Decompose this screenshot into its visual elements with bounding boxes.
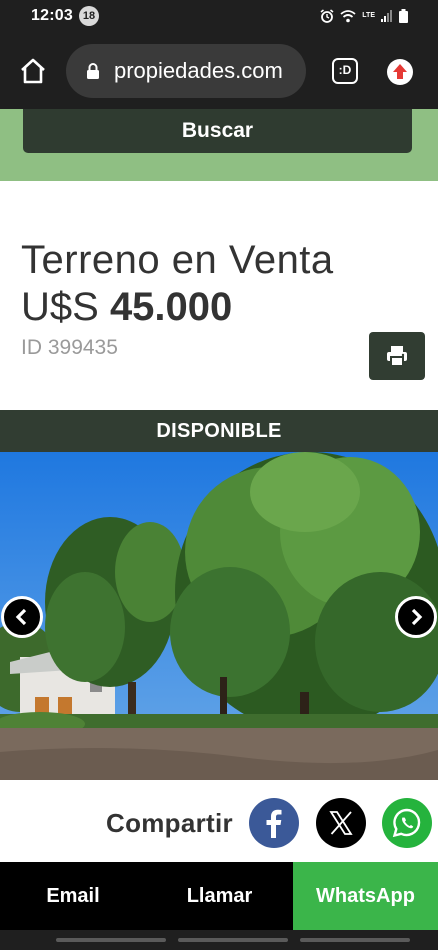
share-label: Compartir (106, 808, 233, 838)
call-button[interactable]: Llamar (146, 862, 293, 930)
photo-next-button[interactable] (395, 596, 437, 638)
print-icon (387, 346, 407, 367)
contact-action-bar: Email Llamar WhatsApp (0, 862, 438, 930)
system-navigation-bar (0, 930, 438, 950)
availability-banner: DISPONIBLE (0, 410, 438, 452)
facebook-icon (266, 809, 282, 838)
photo-prev-button[interactable] (1, 596, 43, 638)
home-button[interactable] (18, 56, 48, 86)
share-x-button[interactable] (316, 798, 366, 848)
email-button[interactable]: Email (0, 862, 146, 930)
status-time: 12:03 (31, 7, 73, 24)
search-button[interactable]: Buscar (23, 109, 412, 153)
signal-icon (381, 10, 393, 22)
nav-back-handle[interactable] (300, 938, 410, 942)
notification-count-badge: 18 (79, 6, 99, 26)
wifi-icon (340, 9, 356, 23)
status-icons: LTE (320, 9, 408, 23)
search-section: Buscar (0, 109, 438, 181)
listing-price: U$S 45.000 (21, 285, 232, 330)
x-icon (329, 811, 353, 835)
whatsapp-icon (392, 808, 421, 838)
url-text: propiedades.com (114, 59, 283, 83)
chevron-right-icon (411, 608, 423, 626)
arrow-up-icon (393, 64, 407, 79)
share-whatsapp-button[interactable] (382, 798, 432, 848)
nav-home-handle[interactable] (178, 938, 288, 942)
browser-toolbar: propiedades.com :D (0, 32, 438, 109)
nav-recents-handle[interactable] (56, 938, 166, 942)
tab-switcher-button[interactable]: :D (332, 58, 358, 84)
lock-icon (87, 63, 99, 79)
listing-id: ID 399435 (21, 336, 118, 359)
address-bar[interactable]: propiedades.com (66, 44, 306, 98)
update-button[interactable] (387, 59, 413, 85)
chevron-left-icon (15, 608, 27, 626)
status-bar: 12:03 18 LTE (0, 0, 438, 32)
print-button[interactable] (369, 332, 425, 380)
share-facebook-button[interactable] (249, 798, 299, 848)
price-currency: U$S (21, 285, 99, 329)
battery-icon (399, 9, 408, 23)
lte-icon: LTE (362, 12, 375, 19)
property-photo[interactable] (0, 452, 438, 780)
whatsapp-button[interactable]: WhatsApp (293, 862, 438, 930)
property-photo-image (0, 452, 438, 780)
listing-title: Terreno en Venta (21, 238, 334, 282)
alarm-icon (320, 9, 334, 23)
price-amount: 45.000 (109, 285, 233, 329)
home-icon (21, 58, 45, 84)
